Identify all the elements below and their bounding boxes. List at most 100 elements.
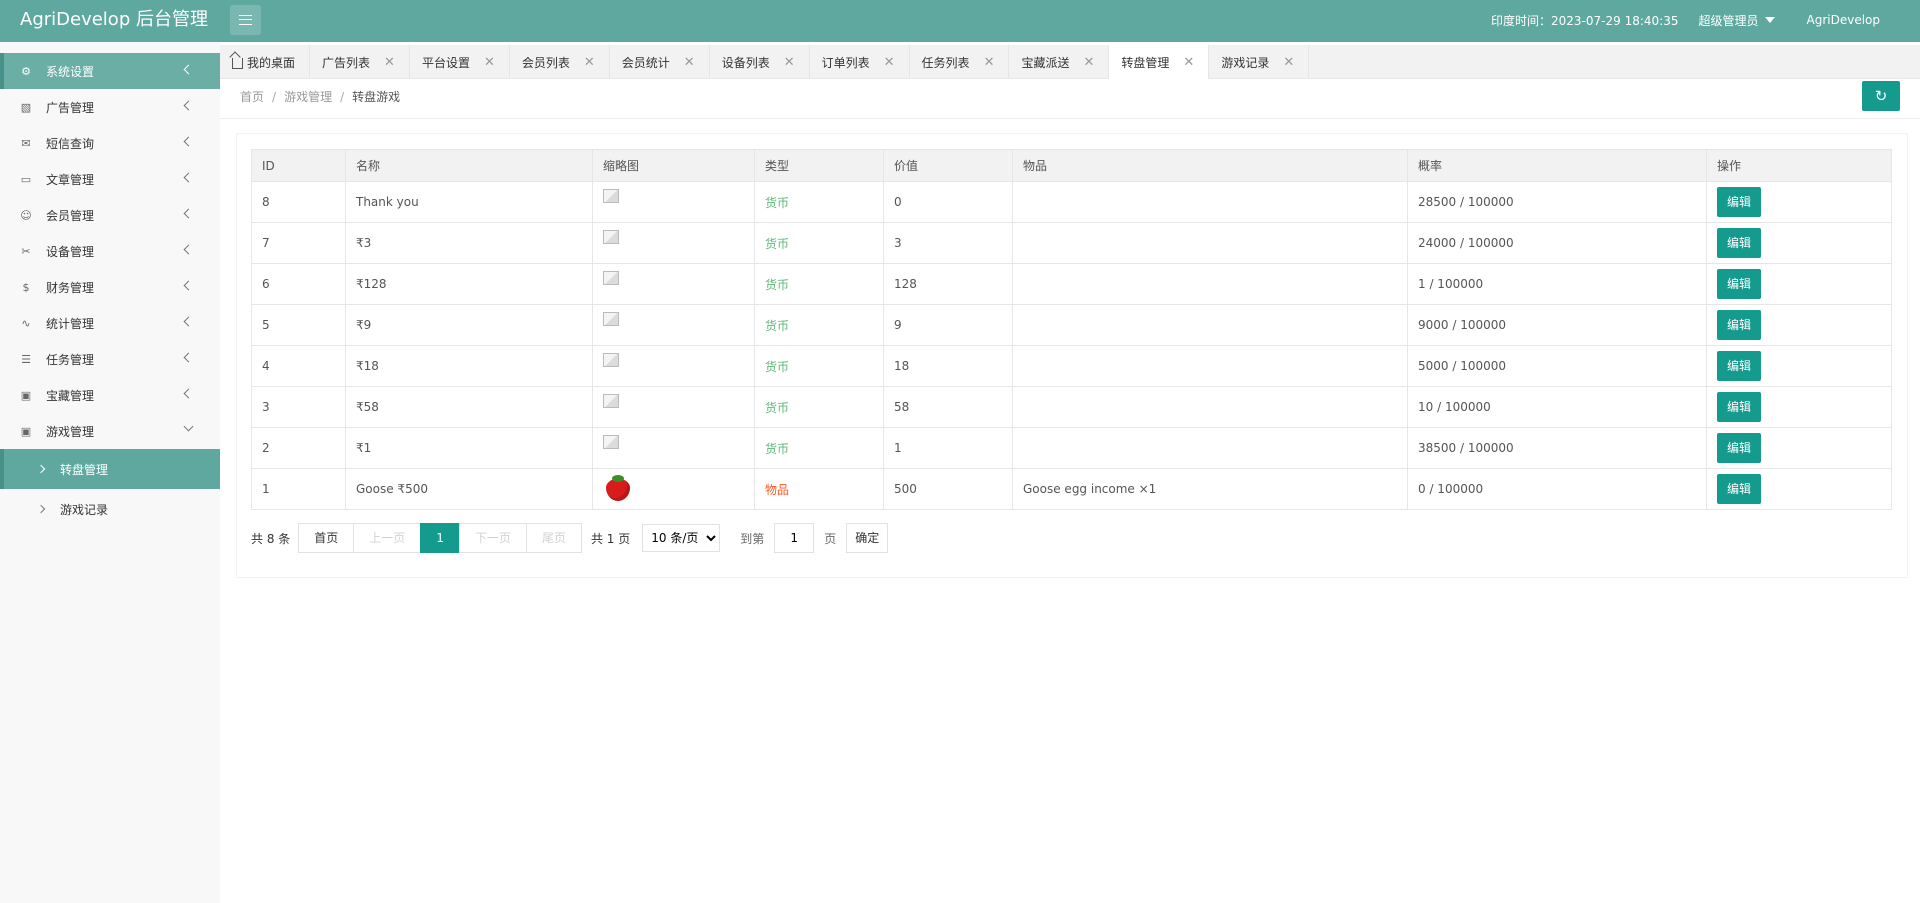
cell-id: 5	[251, 304, 346, 346]
broken-image-icon	[603, 188, 619, 203]
table-header-row: ID 名称 缩略图 类型 价值 物品 概率 操作	[251, 149, 1892, 182]
app-logo[interactable]: AgriDevelop 后台管理	[20, 0, 208, 40]
close-icon[interactable]: ✕	[784, 55, 795, 70]
next-page-button[interactable]: 下一页	[458, 523, 527, 553]
sidebar-item-label: 游戏管理	[46, 424, 95, 439]
broken-image-icon	[603, 352, 619, 367]
menu-icon	[239, 15, 252, 25]
tab-task-list[interactable]: 任务列表 ✕	[910, 45, 1010, 79]
tab-order-list[interactable]: 订单列表 ✕	[810, 45, 910, 79]
edit-button[interactable]: 编辑	[1717, 269, 1761, 299]
table-row: 3 ₹58 货币 58 10 / 100000 编辑	[251, 386, 1892, 428]
cell-name: ₹18	[345, 345, 593, 387]
breadcrumb-home[interactable]: 首页	[240, 90, 264, 104]
column-header-thumbnail[interactable]: 缩略图	[592, 149, 755, 182]
cell-item	[1012, 304, 1408, 346]
column-header-type[interactable]: 类型	[754, 149, 884, 182]
edit-button[interactable]: 编辑	[1717, 310, 1761, 340]
broken-image-icon	[603, 311, 619, 326]
sidebar-item-treasure[interactable]: ▣ 宝藏管理	[0, 377, 220, 413]
sidebar-item-statistics[interactable]: ∿ 统计管理	[0, 305, 220, 341]
close-icon[interactable]: ✕	[984, 55, 995, 70]
broken-image-icon	[603, 229, 619, 244]
cell-probability: 24000 / 100000	[1407, 222, 1707, 264]
cell-name: ₹58	[345, 386, 593, 428]
sidebar-item-sms[interactable]: ✉ 短信查询	[0, 125, 220, 161]
menu-toggle-button[interactable]	[230, 5, 261, 35]
sidebar-subitem-turntable[interactable]: 转盘管理	[0, 449, 220, 489]
sidebar-subitem-game-records[interactable]: 游戏记录	[0, 489, 220, 529]
edit-button[interactable]: 编辑	[1717, 474, 1761, 504]
pulse-icon: ∿	[21, 316, 31, 330]
column-header-actions[interactable]: 操作	[1706, 149, 1892, 182]
goto-confirm-button[interactable]: 确定	[846, 523, 889, 553]
close-icon[interactable]: ✕	[1083, 55, 1094, 70]
sidebar-item-label: 设备管理	[46, 244, 95, 259]
goto-page-input[interactable]	[774, 523, 815, 553]
breadcrumb-parent[interactable]: 游戏管理	[284, 90, 332, 104]
sidebar-item-finance[interactable]: $ 财务管理	[0, 269, 220, 305]
column-header-id[interactable]: ID	[251, 149, 346, 182]
sidebar-subitem-label: 游戏记录	[60, 502, 109, 517]
user-menu[interactable]: 超级管理员	[1698, 12, 1775, 29]
sidebar-item-system-settings[interactable]: ⚙ 系统设置	[0, 53, 220, 89]
tab-treasure-dispatch[interactable]: 宝藏派送 ✕	[1009, 45, 1110, 79]
cell-probability: 1 / 100000	[1407, 263, 1707, 305]
tab-turntable-management[interactable]: 转盘管理 ✕	[1109, 45, 1210, 79]
cell-probability: 38500 / 100000	[1407, 427, 1707, 469]
column-header-value[interactable]: 价值	[883, 149, 1013, 182]
edit-button[interactable]: 编辑	[1717, 228, 1761, 258]
last-page-button[interactable]: 尾页	[525, 523, 582, 553]
edit-button[interactable]: 编辑	[1717, 392, 1761, 422]
turntable-table: ID 名称 缩略图 类型 价值 物品 概率 操作 8 Thank you 货币 …	[251, 149, 1892, 510]
cell-type: 货币	[754, 263, 884, 305]
tab-label: 宝藏派送	[1021, 55, 1070, 70]
goto-label: 到第	[740, 531, 765, 546]
tab-member-stats[interactable]: 会员统计 ✕	[610, 45, 710, 79]
first-page-button[interactable]: 首页	[298, 523, 355, 553]
tab-member-list[interactable]: 会员列表 ✕	[510, 45, 610, 79]
broken-image-icon	[603, 434, 619, 449]
strawberry-body	[606, 478, 630, 501]
tab-ad-list[interactable]: 广告列表 ✕	[310, 45, 410, 79]
tab-label: 会员统计	[621, 55, 670, 70]
close-icon[interactable]: ✕	[484, 55, 495, 70]
chevron-left-icon	[183, 100, 194, 111]
page-size-select[interactable]: 10 条/页	[642, 524, 721, 552]
column-header-item[interactable]: 物品	[1012, 149, 1408, 182]
sidebar-item-ads[interactable]: ▧ 广告管理	[0, 89, 220, 125]
cell-thumbnail	[592, 181, 755, 223]
cell-id: 1	[251, 468, 346, 510]
cell-value: 9	[883, 304, 1013, 346]
close-icon[interactable]: ✕	[1283, 55, 1294, 70]
sidebar-item-tasks[interactable]: ☰ 任务管理	[0, 341, 220, 377]
cell-actions: 编辑	[1706, 222, 1892, 264]
chevron-down-icon	[183, 421, 194, 432]
sidebar-item-members[interactable]: ☺ 会员管理	[0, 197, 220, 233]
sidebar-item-articles[interactable]: ▭ 文章管理	[0, 161, 220, 197]
edit-button[interactable]: 编辑	[1717, 351, 1761, 381]
close-icon[interactable]: ✕	[684, 55, 695, 70]
current-page[interactable]: 1	[420, 523, 460, 553]
edit-button[interactable]: 编辑	[1717, 187, 1761, 217]
close-icon[interactable]: ✕	[884, 55, 895, 70]
page-unit-label: 页	[824, 531, 837, 546]
header-app-name[interactable]: AgriDevelop	[1807, 13, 1881, 27]
tab-label: 游戏记录	[1221, 55, 1270, 70]
close-icon[interactable]: ✕	[384, 55, 395, 70]
close-icon[interactable]: ✕	[584, 55, 595, 70]
tab-platform-settings[interactable]: 平台设置 ✕	[410, 45, 510, 79]
column-header-probability[interactable]: 概率	[1407, 149, 1707, 182]
tab-device-list[interactable]: 设备列表 ✕	[710, 45, 810, 79]
cell-thumbnail	[592, 345, 755, 387]
sidebar-item-games[interactable]: ▣ 游戏管理	[0, 413, 220, 449]
tab-desktop[interactable]: 我的桌面	[220, 45, 311, 79]
column-header-name[interactable]: 名称	[345, 149, 593, 182]
edit-button[interactable]: 编辑	[1717, 433, 1761, 463]
refresh-button[interactable]: ↻	[1862, 81, 1900, 111]
tab-game-records[interactable]: 游戏记录 ✕	[1209, 45, 1310, 79]
sidebar-item-devices[interactable]: ✂ 设备管理	[0, 233, 220, 269]
prev-page-button[interactable]: 上一页	[353, 523, 422, 553]
sidebar-item-label: 系统设置	[46, 64, 95, 79]
close-icon[interactable]: ✕	[1183, 55, 1194, 70]
